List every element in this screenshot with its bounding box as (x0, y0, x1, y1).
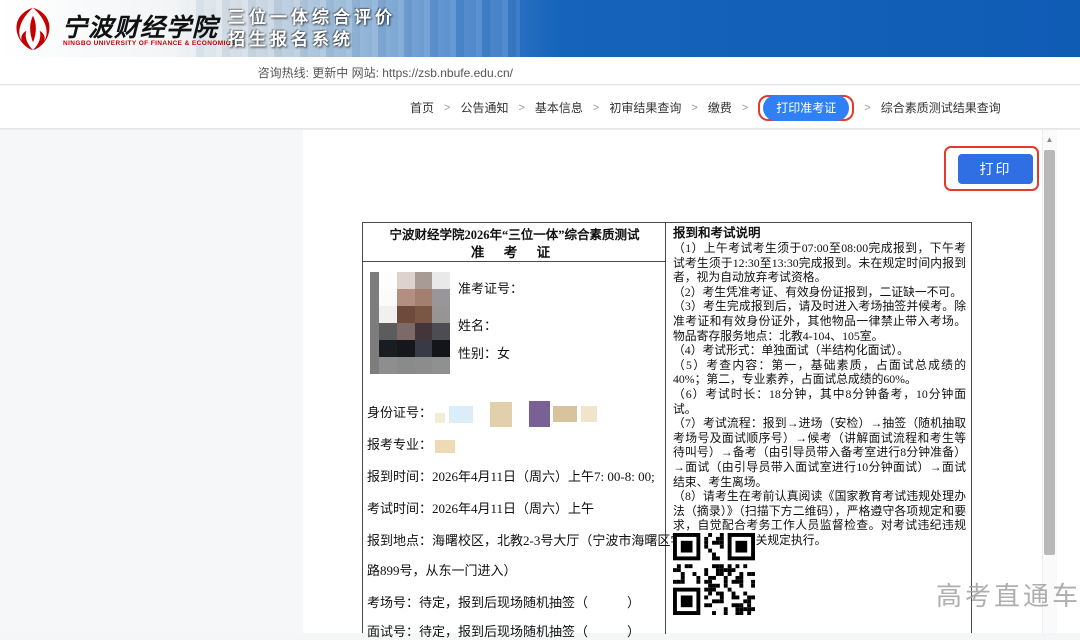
hotline-and-website-text: 咨询热线: 更新中 网站: https://zsb.nbufe.edu.cn/ (258, 64, 513, 81)
system-title-line1: 三位一体综合评价 (228, 7, 396, 29)
chevron-separator-icon: > (864, 102, 870, 114)
ticket-left-column: 宁波财经学院2026年“三位一体”综合素质测试 准 考 证 准考证号： 姓名： … (363, 223, 666, 634)
university-logo-icon (10, 6, 56, 52)
instruction-paragraph: （7）考试流程：报到→进场（安检）→抽签（随机抽取考场号及面试顺序号）→候考（讲… (673, 416, 966, 489)
print-button[interactable]: 打印 (958, 154, 1033, 184)
checkin-time-row: 报到时间：2026年4月11日（周六）上午7: 00-8: 00; (367, 466, 655, 485)
ticket-title-line1: 宁波财经学院2026年“三位一体”综合素质测试 (363, 226, 666, 244)
chevron-separator-icon: > (742, 102, 748, 114)
pixelated-id-block (581, 406, 597, 422)
checkin-place-row-line1: 报到地点：海曙校区，北教2-3号大厅（宁波市海曙区学院 (367, 530, 696, 549)
major-row: 报考专业： (367, 434, 455, 453)
pixelated-id-block (435, 413, 445, 423)
breadcrumb: 首页 > 公告通知 > 基本信息 > 初审结果查询 > 缴费 > 打印准考证 >… (410, 86, 1001, 129)
pixelated-major-block (435, 440, 455, 453)
instruction-paragraph: （2）考生凭准考证、有效身份证报到，二证缺一不可。 (673, 285, 966, 300)
red-annotation-box-nav: 打印准考证 (758, 95, 854, 121)
scrollbar-up-arrow-icon[interactable]: ▲ (1042, 132, 1057, 148)
exam-room-row: 考场号：待定，报到后现场随机抽签（ ） (367, 592, 640, 611)
nav-item-payment[interactable]: 缴费 (708, 99, 732, 116)
chevron-separator-icon: > (691, 102, 697, 114)
nav-item-initial-review-result[interactable]: 初审结果查询 (609, 99, 681, 116)
nav-item-announcements[interactable]: 公告通知 (460, 99, 508, 116)
gender-row: 性别：女 (458, 343, 510, 362)
pixelated-id-block (553, 406, 577, 422)
pixelated-id-block (529, 401, 550, 427)
university-name-en: NINGBO UNIVERSITY OF FINANCE & ECONOMICS (63, 40, 236, 47)
instruction-paragraph: （1）上午考试考生须于07:00至08:00完成报到，下午考试考生须于12:30… (673, 241, 966, 285)
instruction-paragraph: （6）考试时长：18分钟，其中8分钟备考，10分钟面试。 (673, 387, 966, 416)
ticket-title: 宁波财经学院2026年“三位一体”综合素质测试 准 考 证 (363, 223, 666, 262)
ticket-instructions-column: 报到和考试说明 （1）上午考试考生须于07:00至08:00完成报到，下午考试考… (667, 223, 972, 634)
nav-item-home[interactable]: 首页 (410, 99, 434, 116)
scrollbar-thumb[interactable] (1044, 150, 1055, 555)
chevron-separator-icon: > (444, 102, 450, 114)
checkin-place-row-line2: 路899号，从东一门进入） (367, 560, 517, 579)
university-name-cn: 宁波财经学院 (62, 8, 222, 44)
chevron-separator-icon: > (593, 102, 599, 114)
chevron-separator-icon: > (518, 102, 524, 114)
nav-item-basic-info[interactable]: 基本信息 (535, 99, 583, 116)
ticket-title-line2: 准 考 证 (363, 244, 666, 262)
pixelated-id-block (449, 406, 473, 423)
watermark-text: 高考直通车 (936, 576, 1080, 613)
admission-ticket-table: 宁波财经学院2026年“三位一体”综合素质测试 准 考 证 准考证号： 姓名： … (362, 222, 972, 633)
instruction-paragraph: （5）考查内容：第一，基础素质，占面试总成绩的40%；第二，专业素养，占面试总成… (673, 358, 966, 387)
interview-no-row: 面试号：待定，报到后现场随机抽签（ ） (367, 621, 640, 640)
system-title: 三位一体综合评价 招生报名系统 (228, 7, 396, 51)
info-bar: 咨询热线: 更新中 网站: https://zsb.nbufe.edu.cn/ (0, 57, 1080, 85)
admission-no-label: 准考证号： (458, 278, 523, 297)
instruction-paragraph: （4）考试形式：单独面试（半结构化面试）。 (673, 343, 966, 358)
id-number-row: 身份证号： (367, 401, 597, 427)
name-label: 姓名： (458, 315, 497, 334)
pixelated-id-block (490, 402, 512, 427)
nav-item-print-admission-ticket-active[interactable]: 打印准考证 (763, 95, 849, 121)
nav-bar: 首页 > 公告通知 > 基本信息 > 初审结果查询 > 缴费 > 打印准考证 >… (0, 86, 1080, 129)
candidate-photo-pixelated (370, 272, 450, 374)
header-banner: 宁波财经学院 NINGBO UNIVERSITY OF FINANCE & EC… (0, 0, 1080, 57)
instruction-paragraph: （3）考生完成报到后，请及时进入考场抽签并候考。除准考证和有效身份证外，其他物品… (673, 299, 966, 343)
nav-item-test-result-query[interactable]: 综合素质测试结果查询 (881, 99, 1001, 116)
qr-code (673, 533, 755, 615)
instructions-heading: 报到和考试说明 (673, 226, 966, 241)
system-title-line2: 招生报名系统 (228, 29, 396, 51)
exam-time-row: 考试时间：2026年4月11日（周六）上午 (367, 498, 594, 517)
